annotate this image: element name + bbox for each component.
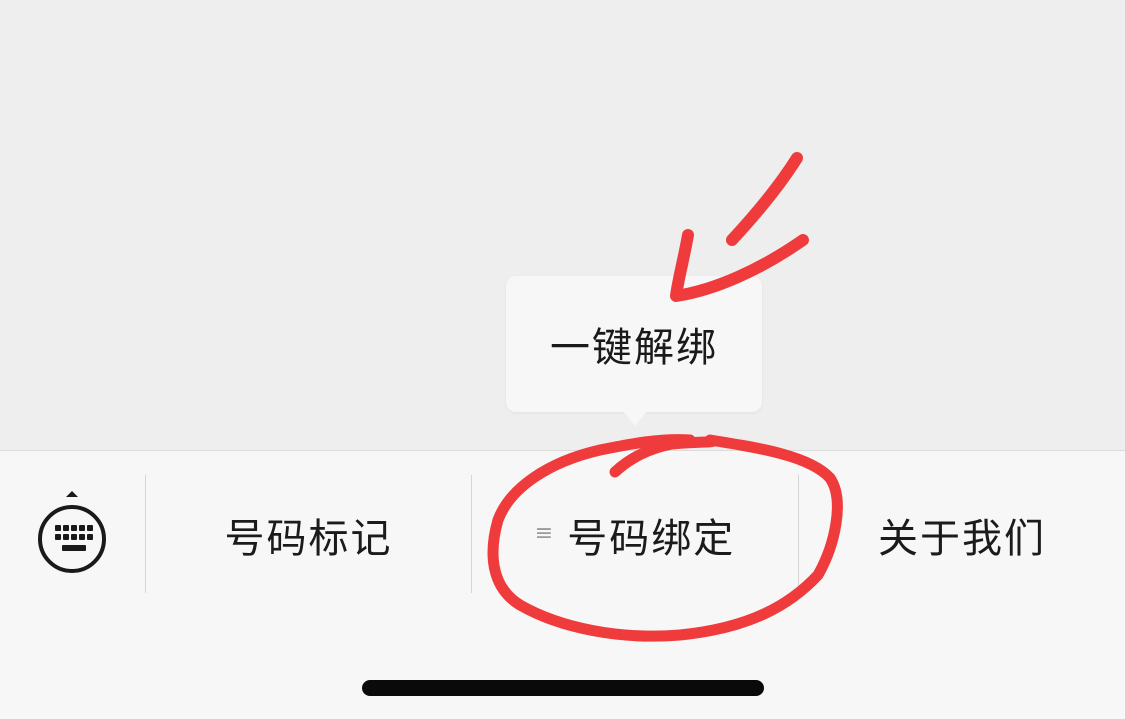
- popup-pointer: [622, 410, 648, 426]
- submenu-icon: ≡: [534, 520, 554, 546]
- menu-item-number-bind[interactable]: ≡ 号码绑定: [472, 477, 798, 593]
- menu-item-label: 号码标记: [224, 516, 393, 562]
- keyboard-toggle-button[interactable]: [36, 491, 108, 575]
- keyboard-icon: [38, 491, 106, 573]
- home-indicator[interactable]: [362, 680, 764, 696]
- bottom-menu-bar: 号码标记 ≡ 号码绑定 关于我们: [0, 450, 1125, 719]
- menu-item-about-us[interactable]: 关于我们: [799, 477, 1125, 593]
- menu-item-label: 关于我们: [878, 516, 1046, 562]
- screen: 一键解绑 号码标记 ≡ 号码绑定 关于我们: [0, 0, 1125, 719]
- menu-item-label: 号码绑定: [567, 516, 736, 562]
- submenu-popup[interactable]: 一键解绑: [506, 276, 762, 412]
- unbind-all-menu-item[interactable]: 一键解绑: [550, 315, 718, 373]
- menu-item-number-mark[interactable]: 号码标记: [146, 477, 471, 593]
